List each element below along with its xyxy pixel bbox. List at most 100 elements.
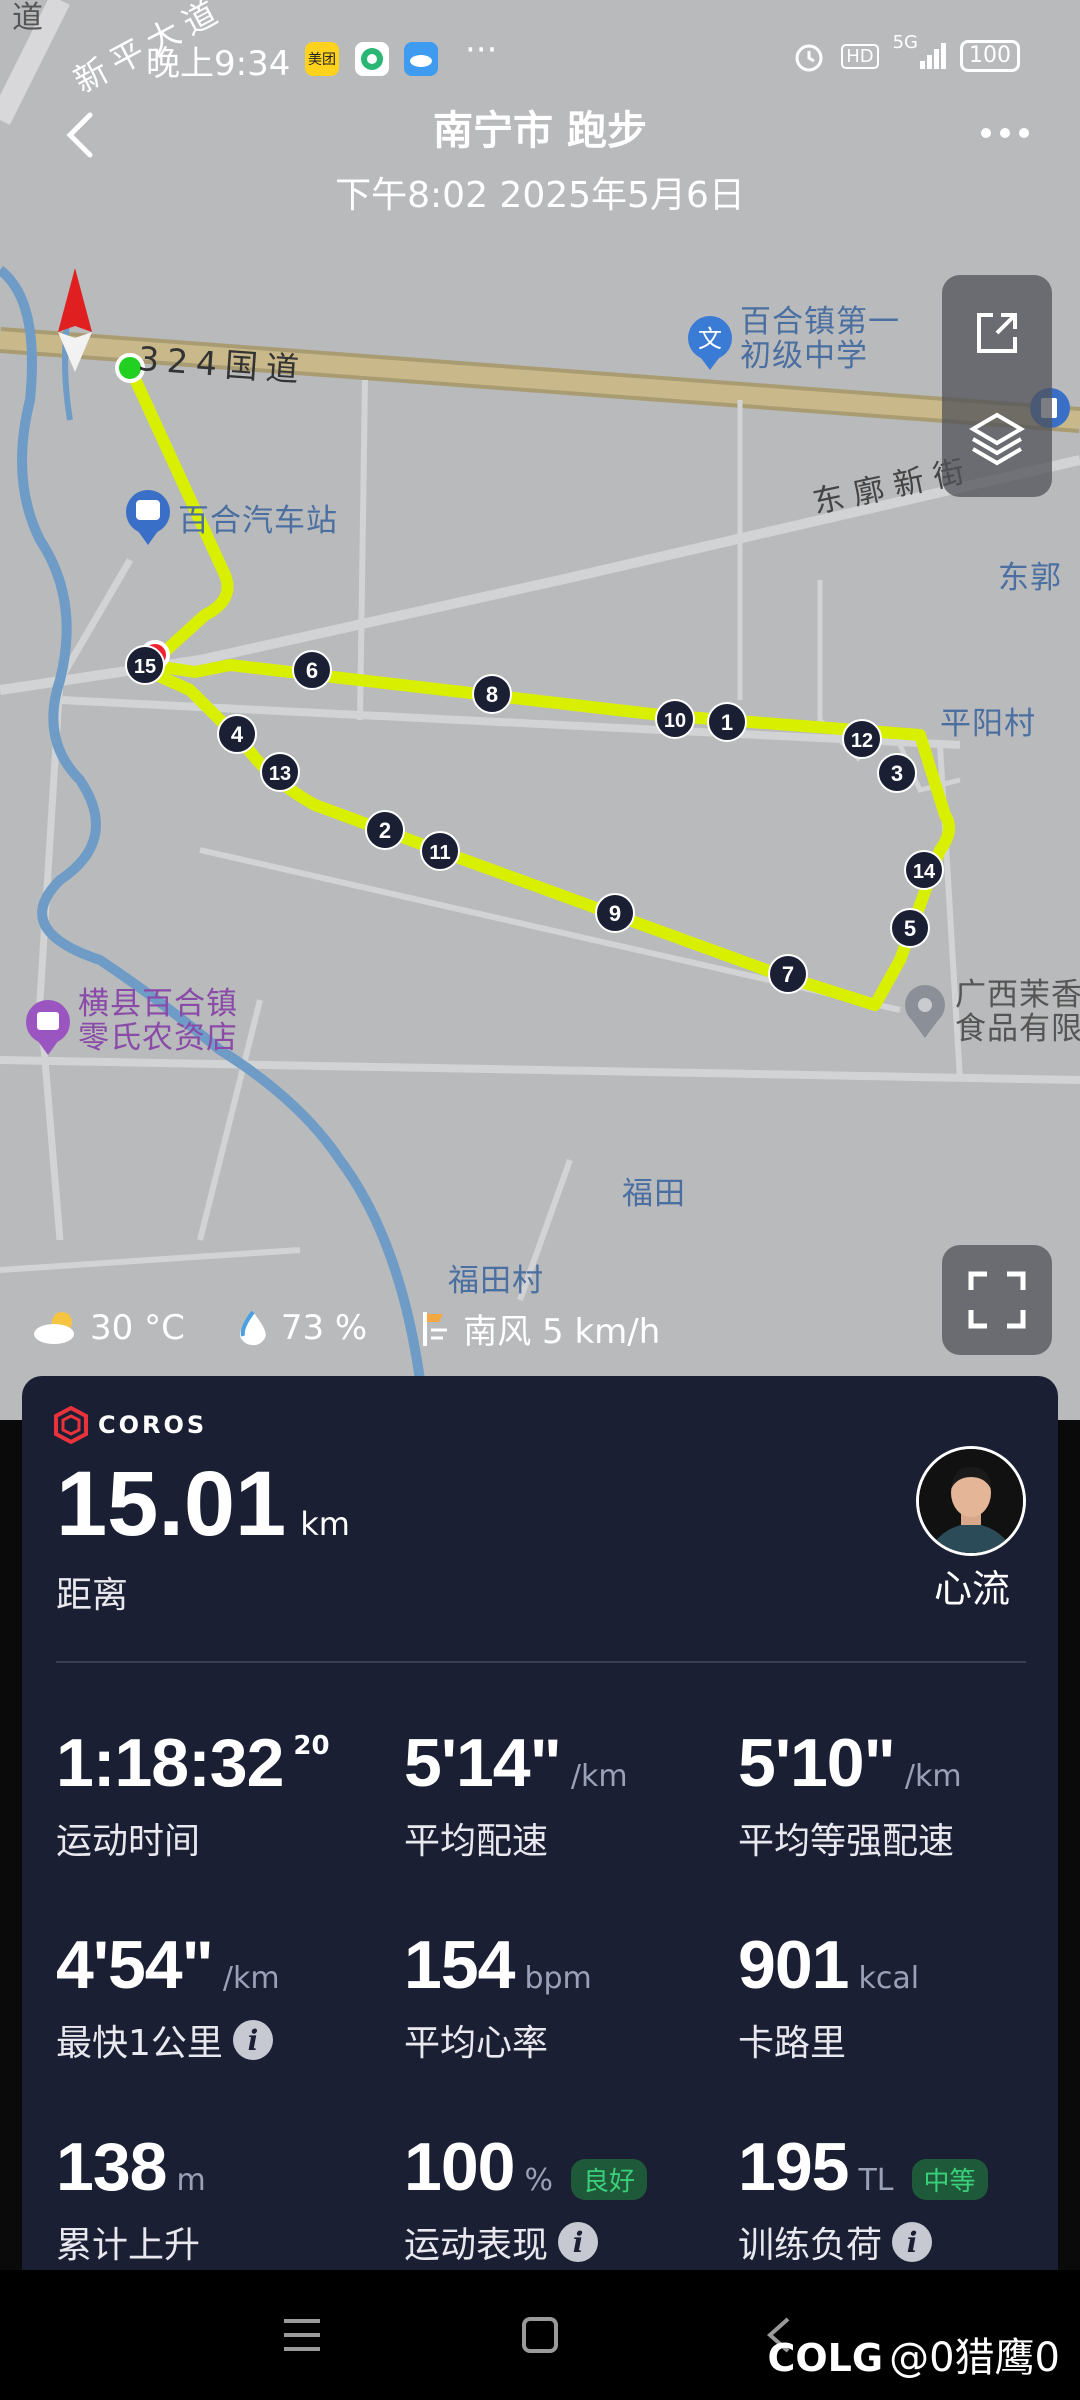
- more-options-button[interactable]: [970, 108, 1040, 158]
- km-marker-9: 9: [595, 893, 635, 933]
- svg-text:11: 11: [429, 842, 450, 864]
- svg-text:文: 文: [698, 325, 722, 353]
- avatar-image: [919, 1449, 1023, 1553]
- activity-summary-card: COROS 15.01 km 距离 心流 1:18:32 20 运动时间 5'14…: [22, 1376, 1058, 2400]
- status-badge: 良好: [570, 2159, 647, 2200]
- km-marker-11: 11: [420, 831, 460, 871]
- temperature-value: 30 °C: [90, 1308, 185, 1348]
- map-label-bus-station: 百合汽车站: [178, 503, 338, 539]
- run-route: [124, 365, 955, 1011]
- watermark: COLG @0猎鹰0: [767, 2335, 1060, 2381]
- status-time: 晚上9:34: [146, 44, 291, 84]
- menu-nav-button[interactable]: [252, 2300, 352, 2370]
- km-marker-2: 2: [365, 810, 405, 850]
- map-label-guangxi: 广西茉香 食品有限: [955, 977, 1080, 1047]
- page-title: 南宁市 跑步: [433, 108, 647, 154]
- map-label-pingyang: 平阳村: [940, 706, 1036, 742]
- hd-badge: HD: [841, 43, 879, 69]
- distance-display: 15.01 km: [56, 1452, 350, 1557]
- more-dots-icon: [981, 128, 1029, 138]
- coros-logo-icon: [54, 1406, 88, 1444]
- distance-value: 15.01: [56, 1453, 287, 1555]
- map-label-futian-village: 福田村: [448, 1263, 544, 1299]
- info-icon[interactable]: i: [892, 2222, 933, 2262]
- home-square-icon: [522, 2317, 558, 2353]
- layers-button[interactable]: [942, 387, 1052, 487]
- wind-icon: [423, 1312, 448, 1346]
- svg-text:3: 3: [891, 761, 903, 786]
- user-name: 心流: [933, 1567, 1010, 1611]
- km-marker-4: 4: [217, 714, 257, 754]
- svg-text:2: 2: [379, 818, 391, 843]
- status-more: ···: [465, 30, 498, 70]
- app-green-icon: [355, 42, 389, 76]
- stat-fastest-km: 4'54"/km 最快1公里 i: [56, 1927, 280, 2064]
- svg-text:5: 5: [904, 916, 916, 941]
- svg-text:13: 13: [269, 763, 291, 785]
- stat-duration: 1:18:32 20 运动时间: [56, 1725, 330, 1862]
- stat-training-load: 195 TL 中等 训练负荷 i: [738, 2128, 988, 2268]
- share-icon: [977, 313, 1017, 353]
- wind-value: 南风 5 km/h: [463, 1311, 661, 1352]
- svg-text:9: 9: [609, 901, 621, 926]
- status-indicators: HD 5G 100: [791, 32, 1020, 74]
- fullscreen-icon: [968, 1271, 1026, 1329]
- stat-avg-heart-rate: 154 bpm 平均心率: [404, 1927, 592, 2064]
- stat-calories: 901 kcal 卡路里: [738, 1927, 920, 2064]
- svg-text:14: 14: [913, 861, 936, 883]
- humidity-value: 73 %: [280, 1308, 368, 1348]
- share-button[interactable]: [942, 283, 1052, 383]
- battery-indicator: 100: [960, 40, 1020, 72]
- school-pin-icon: 文: [688, 316, 732, 370]
- stat-avg-pace: 5'14"/km 平均配速: [404, 1725, 628, 1862]
- home-nav-button[interactable]: [490, 2300, 590, 2370]
- svg-text:8: 8: [486, 682, 498, 707]
- km-marker-10: 10: [655, 699, 695, 739]
- signal-icon: 5G: [893, 32, 946, 69]
- page-subtitle: 下午8:02 2025年5月6日: [335, 175, 745, 216]
- stat-performance: 100% 良好 运动表现 i: [404, 2128, 647, 2268]
- divider: [56, 1661, 1026, 1663]
- svg-text:7: 7: [782, 962, 794, 987]
- humidity-icon: [239, 1310, 266, 1346]
- layers-icon: [969, 412, 1025, 466]
- avatar[interactable]: [916, 1446, 1026, 1556]
- app-cloud-icon: [404, 42, 438, 76]
- svg-text:1: 1: [721, 710, 733, 735]
- km-marker-12: 12: [842, 719, 882, 759]
- map-label-futian: 福田: [622, 1176, 686, 1212]
- weather-bar: 30 °C 73 % 南风 5 km/h: [32, 1303, 660, 1353]
- bus-station-pin-icon: [126, 490, 170, 545]
- km-marker-14: 14: [904, 850, 944, 890]
- fullscreen-button[interactable]: [942, 1245, 1052, 1355]
- km-marker-15: 15: [125, 645, 165, 685]
- distance-unit: km: [300, 1505, 350, 1543]
- km-marker-8: 8: [472, 674, 512, 714]
- svg-text:15: 15: [134, 656, 156, 678]
- alarm-icon: [795, 44, 823, 72]
- km-marker-1: 1: [707, 702, 747, 742]
- partly-cloudy-icon: [34, 1312, 74, 1344]
- km-marker-6: 6: [292, 650, 332, 690]
- km-marker-13: 13: [260, 752, 300, 792]
- km-marker-7: 7: [768, 954, 808, 994]
- map-label-school: 百合镇第一 初级中学: [740, 304, 900, 374]
- map-label-shop: 横县百合镇 零氏农资店: [78, 986, 238, 1056]
- shop-pin-icon: [26, 1000, 70, 1055]
- location-pin-icon: [905, 985, 945, 1038]
- status-badge: 中等: [911, 2159, 988, 2200]
- stat-elevation-gain: 138 m 累计上升: [56, 2129, 206, 2266]
- info-icon[interactable]: i: [232, 2020, 273, 2060]
- map-tool-panel: [942, 275, 1052, 497]
- km-marker-3: 3: [877, 753, 917, 793]
- info-icon[interactable]: i: [558, 2222, 599, 2262]
- distance-label: 距离: [56, 1575, 129, 1616]
- svg-text:4: 4: [231, 722, 244, 747]
- brand-logo: COROS: [54, 1406, 207, 1444]
- compass-icon: [58, 268, 92, 332]
- stat-avg-grade-pace: 5'10"/km 平均等强配速: [738, 1725, 962, 1862]
- meituan-icon: 美团: [305, 42, 339, 76]
- svg-text:10: 10: [664, 710, 686, 732]
- svg-text:12: 12: [851, 730, 873, 752]
- map-label-donguo: 东郭: [998, 560, 1062, 596]
